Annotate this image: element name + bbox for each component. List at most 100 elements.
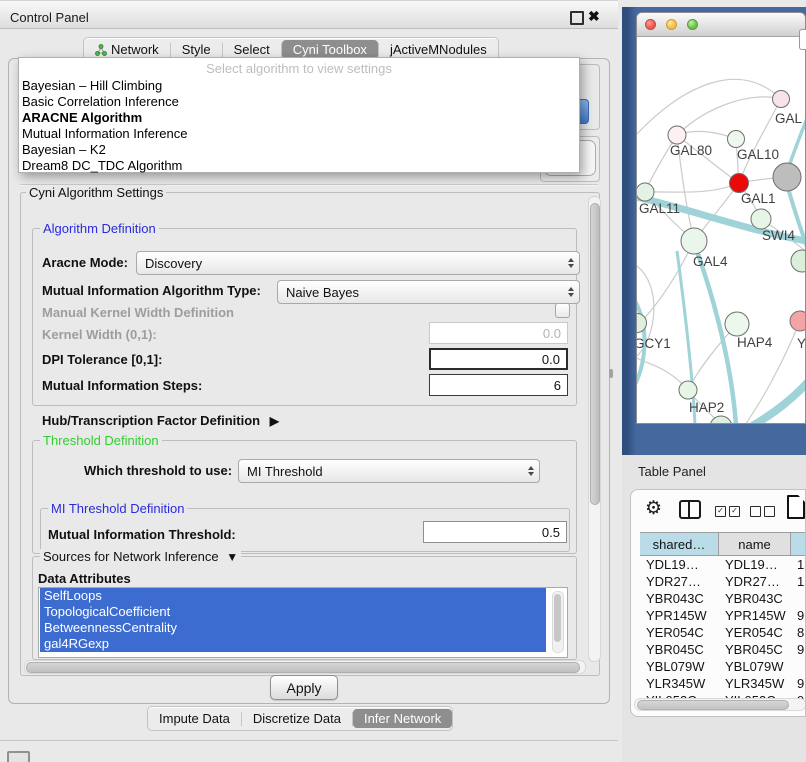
sources-legend[interactable]: Sources for Network Inference ▼ <box>40 549 241 564</box>
attribute-item[interactable]: gal4RGexp <box>40 636 546 652</box>
select-all-checkboxes-icon[interactable]: ✓✓ <box>715 506 740 517</box>
network-node-label: GAL10 <box>737 147 779 162</box>
settings-vertical-scrollbar-thumb[interactable] <box>590 203 600 505</box>
minimized-panel-icon[interactable] <box>7 751 30 762</box>
network-window-titlebar[interactable] <box>637 13 805 37</box>
network-node-label: GAL4 <box>693 254 728 269</box>
column-header[interactable]: shared… <box>640 533 719 555</box>
network-view-window[interactable]: GALGAL80GAL10GAL1GAL11SWI4GAL4GCY1HAP4YH… <box>636 12 806 424</box>
cyni-bottom-tabs: Impute DataDiscretize Data Infer Network <box>147 706 453 731</box>
network-node-label: GAL11 <box>639 201 680 216</box>
network-node[interactable] <box>790 311 806 331</box>
network-node-label: HAP2 <box>689 400 724 415</box>
table-cell: YER054C <box>640 625 719 640</box>
network-node[interactable] <box>773 163 801 191</box>
which-threshold-select[interactable]: MI Threshold <box>238 459 540 483</box>
mi-steps-field[interactable]: 6 <box>429 374 568 396</box>
close-traffic-light-icon[interactable] <box>645 19 656 30</box>
split-columns-icon[interactable] <box>679 500 701 519</box>
column-header[interactable]: name <box>719 533 791 555</box>
attributes-scrollbar[interactable] <box>552 591 564 653</box>
kernel-width-label: Kernel Width (0,1): <box>42 327 157 342</box>
network-node-label: Y <box>797 336 806 351</box>
table-cell: YBR045C <box>719 642 791 657</box>
algorithm-definition-legend: Algorithm Definition <box>40 221 159 236</box>
panel-divider-handle[interactable] <box>609 369 613 378</box>
mi-threshold-field[interactable]: 0.5 <box>423 521 567 543</box>
tab-label: Infer Network <box>364 711 441 726</box>
function-builder-icon[interactable] <box>787 495 805 519</box>
network-node[interactable] <box>751 209 771 229</box>
aracne-mode-select[interactable]: Discovery <box>136 251 580 275</box>
table-row[interactable]: YDR27…YDR27…12 <box>640 573 806 590</box>
spinner-arrows-icon <box>568 287 574 297</box>
table-cell: YDL19… <box>640 557 719 572</box>
network-node[interactable] <box>681 228 707 254</box>
algorithm-option[interactable]: Bayesian – K2 <box>19 142 579 158</box>
hub-definition-toggle[interactable]: Hub/Transcription Factor Definition ▶ <box>42 413 279 428</box>
network-node[interactable] <box>728 131 745 148</box>
settings-horizontal-scrollbar[interactable] <box>24 660 586 674</box>
table-browser-panel: ⚙ ✓✓ shared…nameAYDL19…YDL19…13YDR27…YDR… <box>630 489 806 717</box>
algorithm-option[interactable]: Bayesian – Hill Climbing <box>19 78 579 94</box>
tab-discretize-data[interactable]: Discretize Data <box>242 709 352 728</box>
minimize-traffic-light-icon[interactable] <box>666 19 677 30</box>
column-header[interactable]: A <box>791 533 806 555</box>
settings-horizontal-scrollbar-thumb[interactable] <box>26 662 580 673</box>
float-window-icon[interactable] <box>570 11 584 25</box>
attribute-item[interactable]: SelfLoops <box>40 588 546 604</box>
table-cell: 9. <box>791 608 806 623</box>
network-node[interactable] <box>679 381 697 399</box>
network-canvas[interactable]: GALGAL80GAL10GAL1GAL11SWI4GAL4GCY1HAP4YH… <box>637 36 806 424</box>
expanded-arrow-icon[interactable]: ▼ <box>226 550 238 564</box>
network-node-label: HAP4 <box>737 335 773 350</box>
table-row[interactable]: YDL19…YDL19…13 <box>640 556 806 573</box>
algorithm-option[interactable]: Basic Correlation Inference <box>19 94 579 110</box>
attributes-scrollbar-thumb[interactable] <box>554 594 561 642</box>
table-row[interactable]: YBR045CYBR045C9. <box>640 641 806 658</box>
network-node[interactable] <box>773 91 790 108</box>
table-cell: YDR27… <box>719 574 791 589</box>
network-node[interactable] <box>637 183 654 201</box>
table-cell: YBR043C <box>719 591 791 606</box>
table-header-row: shared…nameA <box>640 532 806 556</box>
dpi-tolerance-field[interactable]: 0.0 <box>429 348 568 370</box>
table-cell: YLR345W <box>719 676 791 691</box>
deselect-checkboxes-icon[interactable] <box>750 506 775 517</box>
network-node-label: GAL1 <box>741 191 776 206</box>
attribute-item[interactable]: TopologicalCoefficient <box>40 604 546 620</box>
tab-label: Network <box>111 42 159 57</box>
collapsed-arrow-icon[interactable]: ▶ <box>270 414 279 428</box>
algorithm-option[interactable]: Mutual Information Inference <box>19 126 579 142</box>
apply-button[interactable]: Apply <box>270 675 338 700</box>
attribute-item[interactable]: BetweennessCentrality <box>40 620 546 636</box>
table-row[interactable]: YPR145WYPR145W9. <box>640 607 806 624</box>
table-row[interactable]: YER054CYER054C8. <box>640 624 806 641</box>
settings-vertical-scrollbar[interactable] <box>588 196 601 662</box>
table-horizontal-scrollbar-thumb[interactable] <box>637 700 789 710</box>
algorithm-option[interactable]: Dream8 DC_TDC Algorithm <box>19 158 579 174</box>
tab-impute-data[interactable]: Impute Data <box>148 709 241 728</box>
network-node[interactable] <box>668 126 686 144</box>
data-attributes-list[interactable]: SelfLoopsTopologicalCoefficientBetweenne… <box>38 587 568 658</box>
table-row[interactable]: YBR043CYBR043C <box>640 590 806 607</box>
zoom-traffic-light-icon[interactable] <box>687 19 698 30</box>
gear-icon[interactable]: ⚙ <box>645 497 662 520</box>
algorithm-option[interactable]: ARACNE Algorithm <box>19 110 579 126</box>
data-attributes-items: SelfLoopsTopologicalCoefficientBetweenne… <box>39 588 567 652</box>
network-node[interactable] <box>725 312 749 336</box>
tab-label: Cyni Toolbox <box>293 42 367 57</box>
close-icon[interactable]: ✖ <box>588 8 600 25</box>
clipped-panel-fragment <box>799 29 806 50</box>
network-node[interactable] <box>791 250 806 272</box>
tab-infer-network[interactable]: Infer Network <box>353 709 452 728</box>
manual-kernel-checkbox[interactable] <box>555 303 570 318</box>
table-horizontal-scrollbar[interactable] <box>634 698 806 711</box>
mi-type-select[interactable]: Naive Bayes <box>277 280 580 304</box>
table-cell: YDR27… <box>640 574 719 589</box>
table-row[interactable]: YLR345WYLR345W9. <box>640 675 806 692</box>
network-node[interactable] <box>730 174 749 193</box>
table-row[interactable]: YBL079WYBL079W <box>640 658 806 675</box>
aracne-mode-value: Discovery <box>145 256 202 271</box>
kernel-width-field[interactable]: 0.0 <box>429 322 568 344</box>
